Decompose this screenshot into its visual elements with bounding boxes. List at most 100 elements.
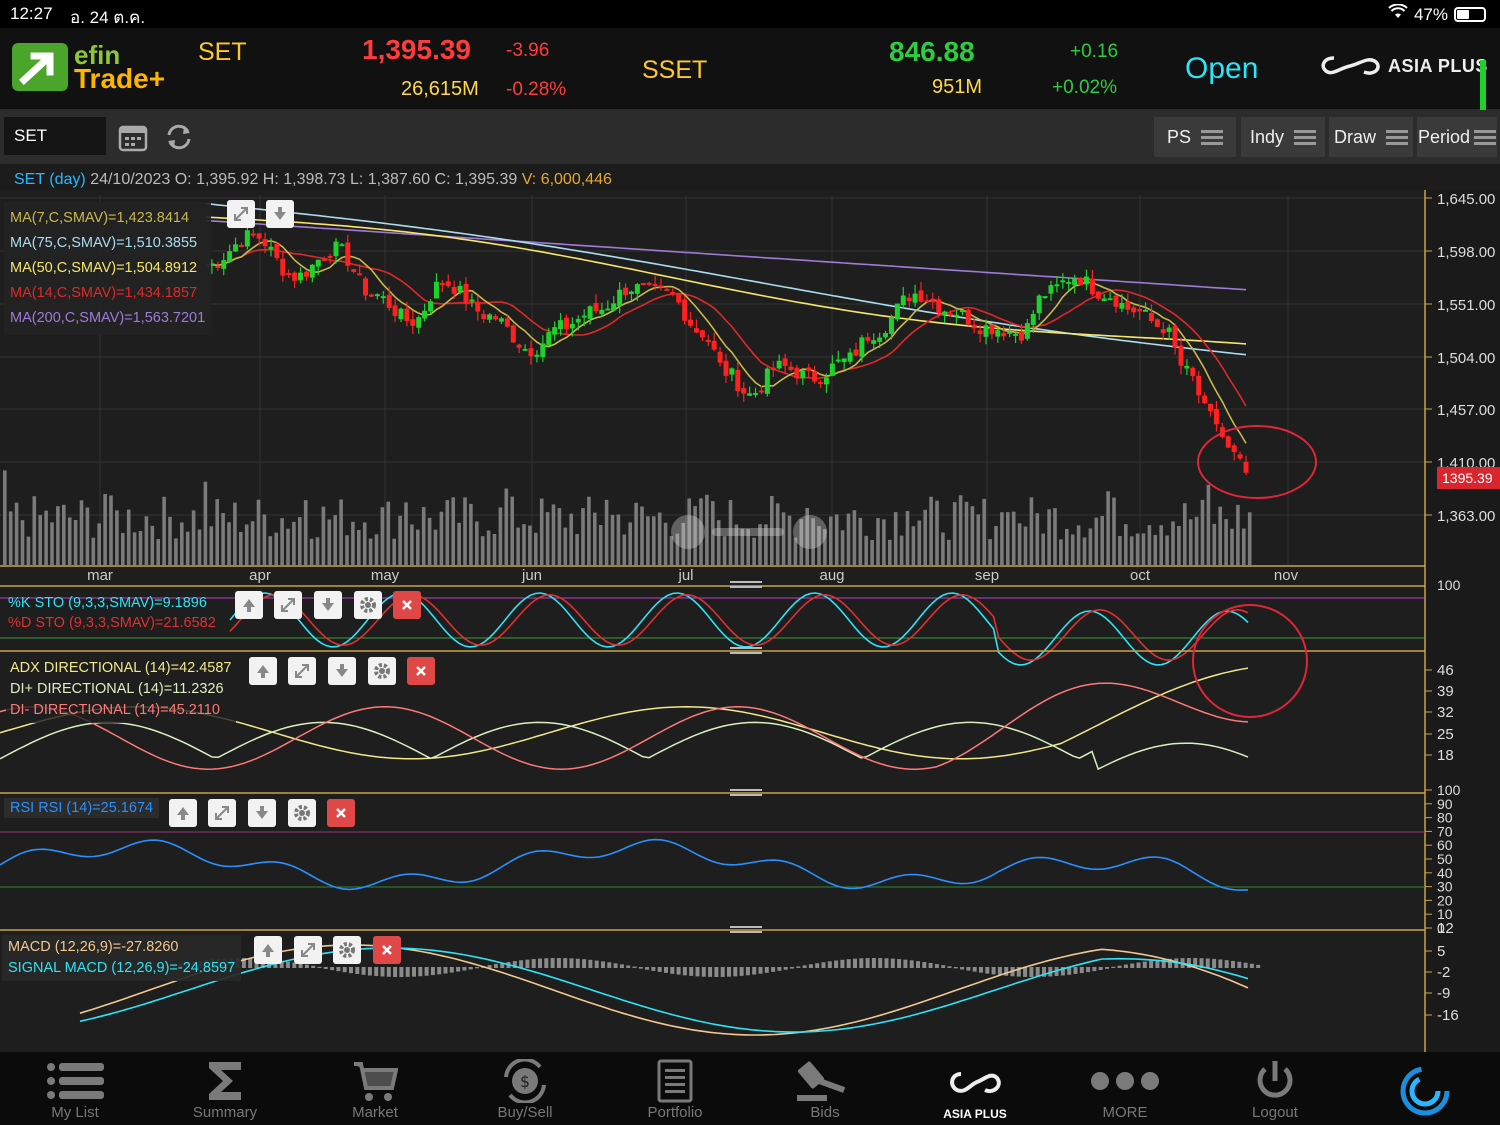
pane-resize-handle[interactable] [730,786,762,799]
volume-bar [79,500,84,565]
candle-body [587,306,593,319]
volume-bar [227,522,231,565]
indy-button[interactable]: Indy [1241,117,1325,157]
macd-histogram-bar [783,967,788,970]
volume-bar [722,536,727,565]
macd-settings-button[interactable] [333,936,361,964]
nav-my-list[interactable]: My List [0,1052,150,1125]
period-button[interactable]: Period [1417,117,1497,157]
macd-histogram-bar [1231,960,1235,968]
volume-bar [575,534,579,565]
sto-expand-button[interactable] [274,591,302,619]
volume-bar [1076,525,1081,565]
pane-resize-handle[interactable] [730,644,762,657]
adx-close-button[interactable] [407,657,435,685]
volume-bar [233,502,237,565]
draw-button[interactable]: Draw [1329,117,1413,157]
price-tick-label: 1,457.00 [1437,402,1495,419]
adx-down-button[interactable] [328,657,356,685]
macd-histogram-bar [777,967,782,971]
sto-up-button[interactable] [235,591,263,619]
adx-expand-button[interactable] [288,657,316,685]
calendar-icon[interactable] [116,120,150,154]
price-tick-label: 1,363.00 [1437,508,1495,525]
macd-histogram-bar [695,967,700,977]
rsi-up-button[interactable] [169,799,197,827]
candle-body [345,242,351,266]
macd-histogram-bar [550,958,555,968]
rsi-down-button[interactable] [248,799,276,827]
macd-histogram-bar [884,958,889,968]
volume-bar [893,512,898,565]
macd-histogram-bar [393,967,398,977]
volume-bar [374,534,379,565]
volume-bar [327,519,332,565]
sto-close-button[interactable] [393,591,421,619]
sto-settings-button[interactable] [354,591,382,619]
di-plus-legend: DI+ DIRECTIONAL (14)=11.2326 [10,681,224,697]
refresh-icon[interactable] [162,120,196,154]
nav-logout[interactable]: Logout [1200,1052,1350,1125]
symbol-input[interactable] [4,117,106,155]
nav-portfolio[interactable]: Portfolio [600,1052,750,1125]
expand-main-button[interactable] [227,200,255,228]
nav-more[interactable]: MORE [1050,1052,1200,1125]
ps-button[interactable]: PS [1154,117,1236,157]
volume-bar [1242,528,1246,565]
candle-body [965,309,971,325]
move-down-main-button[interactable] [266,200,294,228]
macd-histogram-bar [922,962,927,968]
rsi-expand-button[interactable] [208,799,236,827]
volume-bar [899,535,904,565]
info-c-label: C: [434,171,451,188]
volume-bar [1070,534,1075,565]
rsi-settings-button[interactable] [288,799,316,827]
macd-histogram-bar [960,967,965,970]
macd-up-button[interactable] [254,936,282,964]
macd-expand-button[interactable] [294,936,322,964]
nav-asia-plus[interactable]: ASIA PLUS [900,1052,1050,1125]
macd-close-button[interactable] [373,936,401,964]
set-index-change: -3.96 [506,40,550,61]
candle-body [445,281,451,286]
sigma-icon [205,1058,245,1104]
volume-bar [115,510,119,565]
pane-resize-handle[interactable] [730,923,762,936]
volume-bar [392,538,396,565]
nav-bids[interactable]: Bids [750,1052,900,1125]
adx-settings-button[interactable] [368,657,396,685]
candle-body [646,282,652,285]
nav-spinner[interactable] [1350,1052,1500,1125]
macd-histogram-bar [859,958,864,968]
macd-histogram-bar [556,958,561,968]
macd-tick-label: 12 [1437,920,1454,937]
scroll-right-icon [793,515,827,549]
info-h-label: H: [262,171,279,188]
volume-bar [1206,484,1211,565]
macd-histogram-bar [727,967,731,977]
macd-histogram-bar [342,967,347,973]
volume-bar [551,504,556,565]
candle-body [924,300,930,303]
candle-body [794,367,800,379]
sto-down-button[interactable] [314,591,342,619]
nav-market[interactable]: Market [300,1052,450,1125]
volume-bar [292,521,296,565]
nav-buy-sell[interactable]: $ Buy/Sell [450,1052,600,1125]
volume-bar [309,538,314,565]
volume-bar [988,539,992,565]
volume-bar [982,498,986,565]
nav-label: Bids [810,1104,840,1121]
rsi-close-button[interactable] [327,799,355,827]
volume-bar [1100,516,1104,565]
expand-icon [281,598,295,612]
di-minus-legend: DI- DIRECTIONAL (14)=45.2110 [10,702,220,718]
volume-bar [941,532,945,565]
macd-histogram-bar [456,967,461,972]
nav-summary[interactable]: Summary [150,1052,300,1125]
pane-resize-handle[interactable] [730,578,762,591]
adx-up-button[interactable] [249,657,277,685]
candle-body [1172,325,1178,348]
last-price-label: 1395.39 [1442,470,1493,486]
macd-histogram-bar [985,967,990,974]
